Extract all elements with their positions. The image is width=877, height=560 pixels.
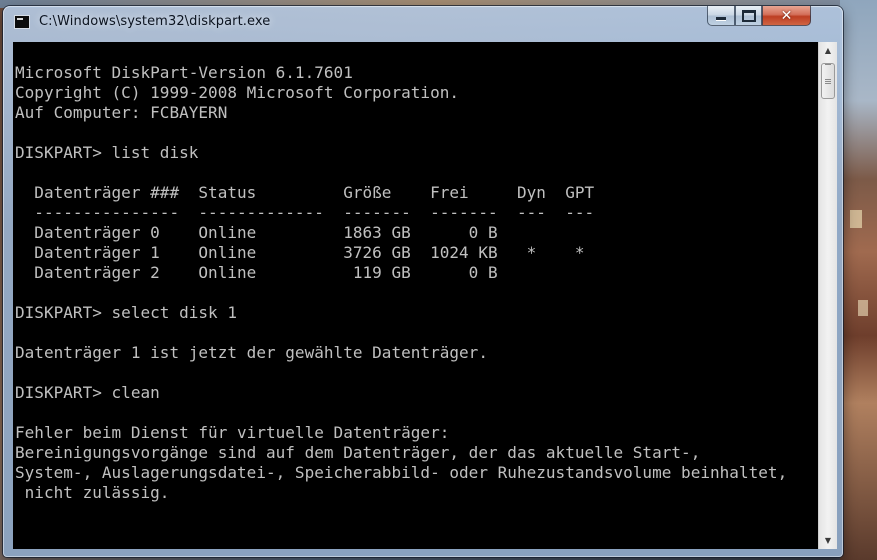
- console-text: Microsoft DiskPart-Version 6.1.7601 Copyr…: [15, 63, 787, 503]
- scroll-down-arrow-icon[interactable]: ▼: [819, 532, 837, 549]
- diskpart-window: C:\Windows\system32\diskpart.exe ✕ Micro…: [3, 6, 843, 557]
- close-button[interactable]: ✕: [762, 6, 811, 26]
- console-line: Fehler beim Dienst für virtuelle Datentr…: [15, 423, 450, 442]
- console-line: Bereinigungsvorgänge sind auf dem Datent…: [15, 443, 701, 462]
- console-line: nicht zulässig.: [15, 483, 170, 502]
- console-line: Datenträger 1 Online 3726 GB 1024 KB * *: [15, 243, 585, 262]
- console-line: DISKPART> select disk 1: [15, 303, 238, 322]
- console-line: Datenträger 1 ist jetzt der gewählte Dat…: [15, 343, 488, 362]
- minimize-button[interactable]: [707, 6, 735, 26]
- console-line: Datenträger ### Status Größe Frei Dyn GP…: [15, 183, 595, 202]
- scrollbar-thumb[interactable]: [821, 63, 835, 99]
- minimize-icon: [716, 17, 726, 20]
- close-icon: ✕: [780, 7, 793, 24]
- console-output-area[interactable]: Microsoft DiskPart-Version 6.1.7601 Copyr…: [13, 42, 818, 549]
- vertical-scrollbar[interactable]: ▲ ▼: [818, 42, 837, 549]
- wallpaper-detail: [850, 210, 862, 228]
- console-line: DISKPART> clean: [15, 383, 160, 402]
- scroll-up-arrow-icon[interactable]: ▲: [819, 42, 837, 59]
- console-line: --------------- ------------- ------- --…: [15, 203, 595, 222]
- title-bar[interactable]: C:\Windows\system32\diskpart.exe ✕: [3, 6, 843, 38]
- console-line: Auf Computer: FCBAYERN: [15, 103, 228, 122]
- console-line: Datenträger 0 Online 1863 GB 0 B: [15, 223, 498, 242]
- wallpaper-detail: [858, 300, 868, 316]
- window-title: C:\Windows\system32\diskpart.exe: [39, 14, 271, 29]
- maximize-icon: [741, 9, 756, 22]
- console-line: Copyright (C) 1999-2008 Microsoft Corpor…: [15, 83, 460, 102]
- console-line: Microsoft DiskPart-Version 6.1.7601: [15, 63, 353, 82]
- console-line: Datenträger 2 Online 119 GB 0 B: [15, 263, 498, 282]
- console-icon[interactable]: [14, 15, 30, 29]
- desktop-wallpaper: [840, 0, 877, 560]
- console-line: DISKPART> list disk: [15, 143, 199, 162]
- maximize-button[interactable]: [735, 6, 762, 26]
- console-line: System-, Auslagerungsdatei-, Speicherabb…: [15, 463, 788, 482]
